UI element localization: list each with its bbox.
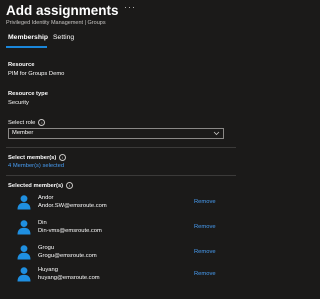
divider bbox=[6, 175, 236, 176]
active-tab-indicator bbox=[6, 46, 47, 48]
resource-value: PIM for Groups Demo bbox=[8, 71, 65, 77]
divider bbox=[6, 147, 236, 148]
user-avatar-icon bbox=[17, 245, 31, 260]
tab-setting[interactable]: Setting bbox=[53, 34, 74, 41]
list-item: Huyang huyang@emsroute.com Remove bbox=[8, 265, 232, 285]
remove-button[interactable]: Remove bbox=[194, 199, 216, 205]
tab-membership[interactable]: Membership bbox=[8, 34, 48, 41]
members-selected-link[interactable]: 4 Member(s) selected bbox=[8, 163, 64, 169]
user-avatar-icon bbox=[17, 267, 31, 282]
list-item: Andor Andor.SW@emsroute.com Remove bbox=[8, 193, 232, 213]
selected-members-label-text: Selected member(s) bbox=[8, 183, 64, 190]
breadcrumb: Privileged Identity Management | Groups bbox=[6, 20, 106, 26]
ellipsis-icon[interactable]: ··· bbox=[124, 2, 136, 12]
resource-type-value: Security bbox=[8, 100, 29, 106]
member-email: Andor.SW@emsroute.com bbox=[38, 203, 107, 209]
info-icon[interactable]: i bbox=[38, 119, 46, 126]
remove-button[interactable]: Remove bbox=[194, 224, 216, 230]
role-dropdown-value: Member bbox=[12, 130, 34, 136]
member-name: Andor bbox=[38, 195, 54, 201]
member-email: huyang@emsroute.com bbox=[38, 275, 100, 281]
list-item: Din Din-vms@emsroute.com Remove bbox=[8, 218, 232, 238]
member-email: Din-vms@emsroute.com bbox=[38, 228, 102, 234]
info-icon[interactable]: i bbox=[66, 182, 74, 189]
page-title: Add assignments bbox=[6, 3, 119, 18]
select-members-label: Select member(s) i bbox=[8, 154, 67, 162]
remove-button[interactable]: Remove bbox=[194, 249, 216, 255]
member-email: Grogu@emsroute.com bbox=[38, 253, 97, 259]
member-name: Huyang bbox=[38, 267, 58, 273]
resource-label: Resource bbox=[8, 62, 35, 68]
member-name: Grogu bbox=[38, 245, 55, 251]
select-role-label: Select role i bbox=[8, 119, 46, 127]
resource-type-label: Resource type bbox=[8, 91, 48, 97]
role-dropdown[interactable]: Member bbox=[8, 128, 224, 139]
member-name: Din bbox=[38, 220, 47, 226]
select-role-label-text: Select role bbox=[8, 120, 36, 127]
select-members-label-text: Select member(s) bbox=[8, 155, 57, 162]
user-avatar-icon bbox=[17, 220, 31, 235]
chevron-down-icon bbox=[213, 131, 220, 136]
selected-members-label: Selected member(s) i bbox=[8, 182, 74, 190]
user-avatar-icon bbox=[17, 195, 31, 210]
remove-button[interactable]: Remove bbox=[194, 271, 216, 277]
info-icon[interactable]: i bbox=[59, 154, 67, 161]
list-item: Grogu Grogu@emsroute.com Remove bbox=[8, 243, 232, 263]
